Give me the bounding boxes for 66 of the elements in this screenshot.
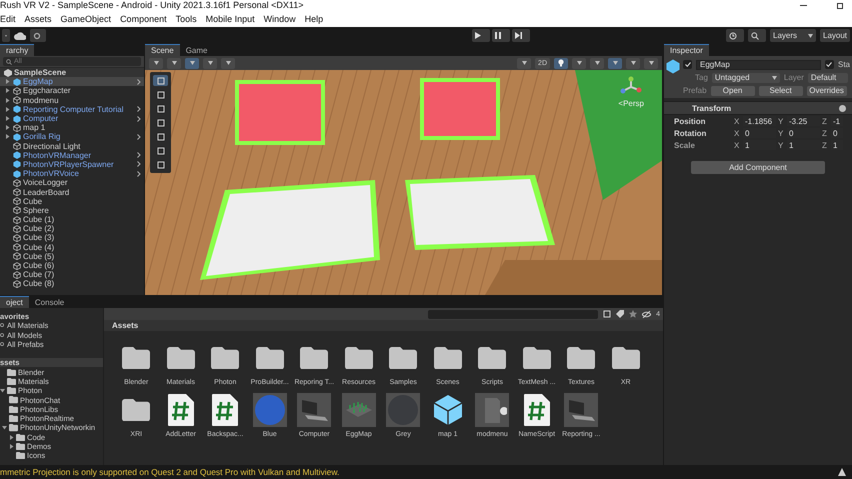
axis-label: Z xyxy=(822,128,828,138)
hierarchy-item[interactable]: Eggcharacter xyxy=(0,86,144,96)
hierarchy-item[interactable]: Cube (7) xyxy=(0,270,144,280)
axis-label: X xyxy=(734,140,740,150)
layers-dropdown[interactable]: Layers xyxy=(770,29,816,42)
layout-dropdown[interactable]: Layout xyxy=(820,29,850,42)
axis-label: Y xyxy=(778,128,784,138)
hierarchy-item[interactable]: Cube (4) xyxy=(0,242,144,252)
hierarchy-item[interactable]: Cube (3) xyxy=(0,233,144,243)
hierarchy-item[interactable]: LeaderBoard xyxy=(0,187,144,197)
hierarchy-item[interactable]: Cube (2) xyxy=(0,224,144,234)
hierarchy-item[interactable]: PhotonVRVoice xyxy=(0,169,144,178)
number-field[interactable]: -1 xyxy=(831,116,843,126)
axis-label: X xyxy=(734,128,740,138)
menu-item[interactable]: GameObject xyxy=(60,14,112,24)
hierarchy-item[interactable]: Cube (8) xyxy=(0,279,144,288)
prefab-button[interactable]: Overrides xyxy=(806,86,847,96)
menu-item[interactable]: Help xyxy=(304,14,324,24)
hierarchy-item[interactable]: EggMap xyxy=(0,77,144,86)
panel-tab[interactable]: oject xyxy=(0,296,29,308)
hierarchy-item[interactable]: PhotonVRPlayerSpawner xyxy=(0,160,144,170)
add-component-button[interactable]: Add Component xyxy=(691,161,825,174)
property-label: Position xyxy=(674,116,707,126)
menu-item[interactable]: Mobile Input xyxy=(206,14,255,24)
status-message: mmetric Projection is only supported on Quest 2 and Quest Pro with Vulkan and Multiview. xyxy=(0,467,340,477)
view-tab[interactable]: Game xyxy=(180,44,214,56)
prefab-label: Prefab xyxy=(683,86,707,95)
static-label: Sta xyxy=(838,60,850,69)
window-title: Rush VR V2 - SampleScene - Android - Unity 2021.3.16f1 Personal <DX11> xyxy=(0,0,304,11)
axis-label: Z xyxy=(822,116,828,126)
property-label: Scale xyxy=(674,140,696,150)
hierarchy-item[interactable]: PhotonVRManager xyxy=(0,150,144,160)
hierarchy-item[interactable]: VoiceLogger xyxy=(0,178,144,188)
menu-item[interactable]: Window xyxy=(264,14,296,24)
tag-dropdown[interactable]: Untagged xyxy=(712,72,780,82)
prefab-button[interactable]: Open xyxy=(710,86,755,96)
hierarchy-item[interactable]: Cube (1) xyxy=(0,215,144,224)
menu-item[interactable]: Component xyxy=(120,14,167,24)
hierarchy-item[interactable]: modmenu xyxy=(0,96,144,105)
menu-item[interactable]: Tools xyxy=(176,14,197,24)
menu-item[interactable]: Assets xyxy=(24,14,52,24)
axis-label: Y xyxy=(778,116,784,126)
hierarchy-tab[interactable]: rarchy xyxy=(0,44,34,56)
hierarchy-item[interactable]: Computer xyxy=(0,114,144,124)
hierarchy-item[interactable]: Gorilla Rig xyxy=(0,132,144,142)
hierarchy-item[interactable]: Cube xyxy=(0,196,144,206)
hierarchy-item[interactable]: map 1 xyxy=(0,123,144,132)
hierarchy-item[interactable]: Cube (6) xyxy=(0,260,144,270)
hierarchy-item[interactable]: Reporting Computer Tutorial xyxy=(0,104,144,114)
hierarchy-item[interactable]: Directional Light xyxy=(0,142,144,151)
prefab-button[interactable]: Select xyxy=(758,86,803,96)
axis-label: X xyxy=(734,116,740,126)
object-name-field[interactable]: EggMap xyxy=(696,60,821,70)
property-label: Rotation xyxy=(674,128,708,138)
axis-label: Y xyxy=(778,140,784,150)
layer-label: Layer xyxy=(784,73,804,82)
hierarchy-item[interactable]: Cube (5) xyxy=(0,252,144,261)
breadcrumb[interactable]: Assets xyxy=(112,321,138,330)
inspector-tab[interactable]: Inspector xyxy=(664,44,709,56)
menu-item[interactable]: Edit xyxy=(0,14,16,24)
axis-label: Z xyxy=(822,140,828,150)
hierarchy-item[interactable]: Sphere xyxy=(0,206,144,215)
view-tab[interactable]: Scene xyxy=(145,44,180,56)
layer-dropdown[interactable]: Default xyxy=(808,72,848,82)
tag-label: Tag xyxy=(695,73,708,82)
panel-tab[interactable]: Console xyxy=(28,296,70,308)
